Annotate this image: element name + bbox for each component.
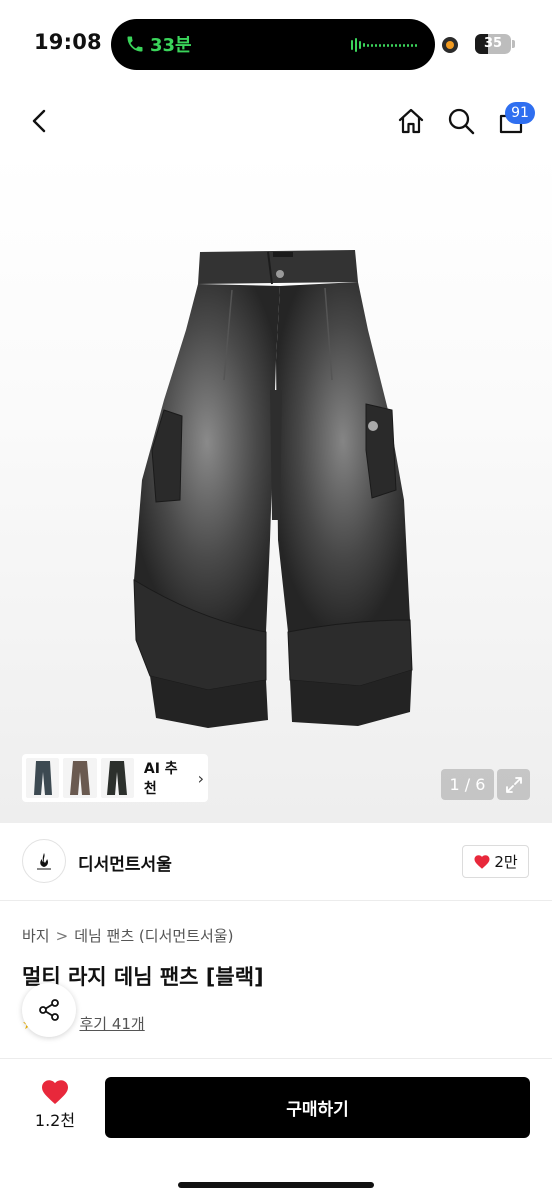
brand-like-button[interactable]: 2만 [462,845,529,878]
bottom-action-bar: 1.2천 구매하기 [0,1058,552,1200]
recommendation-thumbnail[interactable] [100,758,134,798]
audio-waveform-icon [351,38,417,52]
search-button[interactable] [443,103,479,139]
phone-icon [127,36,143,52]
share-icon [39,999,59,1021]
breadcrumb-subcategory[interactable]: 데님 팬츠 (디서먼트서울) [74,925,233,946]
search-icon [448,108,475,135]
pants-thumbnail-image [33,761,52,795]
home-icon [398,108,424,134]
mic-in-use-indicator [442,37,458,53]
brand-name[interactable]: 디서먼트서울 [78,850,172,875]
ai-recommend-label: AI 추천 [143,761,178,797]
reviews-link[interactable]: 후기 41개 [79,1013,144,1034]
dynamic-island[interactable]: 33분 [111,19,435,70]
home-indicator[interactable] [178,1182,374,1188]
breadcrumb-category[interactable]: 바지 [22,925,50,946]
battery-icon: 35 [475,34,511,54]
status-time: 19:08 [34,30,102,54]
wishlist-button[interactable]: 1.2천 [22,1077,88,1131]
heart-icon [42,1080,68,1104]
chevron-right-icon: > [55,926,69,945]
wishlist-count: 1.2천 [34,1111,76,1130]
battery-level: 35 [483,36,503,51]
pants-thumbnail-image [107,761,128,795]
pants-thumbnail-image [69,761,90,795]
home-button[interactable] [393,103,429,139]
brand-row[interactable]: 디서먼트서울 2만 [0,823,552,901]
breadcrumb: 바지 > 데님 팬츠 (디서먼트서울) [22,925,233,946]
battery-nub [512,40,515,48]
chevron-left-icon [32,109,46,133]
brand-logo[interactable] [22,839,66,883]
recommendation-thumbnail[interactable] [26,758,60,798]
image-page-indicator: 1 / 6 [441,769,494,800]
buy-button[interactable]: 구매하기 [105,1077,530,1138]
recommendation-thumbnail[interactable] [63,758,97,798]
expand-icon [505,776,522,793]
brand-flame-logo-icon [37,853,51,870]
call-duration: 33분 [150,35,192,56]
status-bar: 19:08 33분 35 [0,0,552,90]
expand-image-button[interactable] [497,769,530,800]
share-button[interactable] [22,983,76,1037]
back-button[interactable] [22,103,58,139]
product-image[interactable] [120,240,430,740]
ai-recommendation-strip[interactable]: AI 추천 › [22,754,208,802]
brand-like-count: 2만 [494,853,518,871]
cart-count-badge: 91 [505,102,535,124]
product-gallery[interactable]: AI 추천 › 1 / 6 [0,150,552,823]
heart-icon [474,854,490,869]
chevron-right-icon: › [197,768,205,788]
call-indicator[interactable]: 33분 [125,31,192,57]
